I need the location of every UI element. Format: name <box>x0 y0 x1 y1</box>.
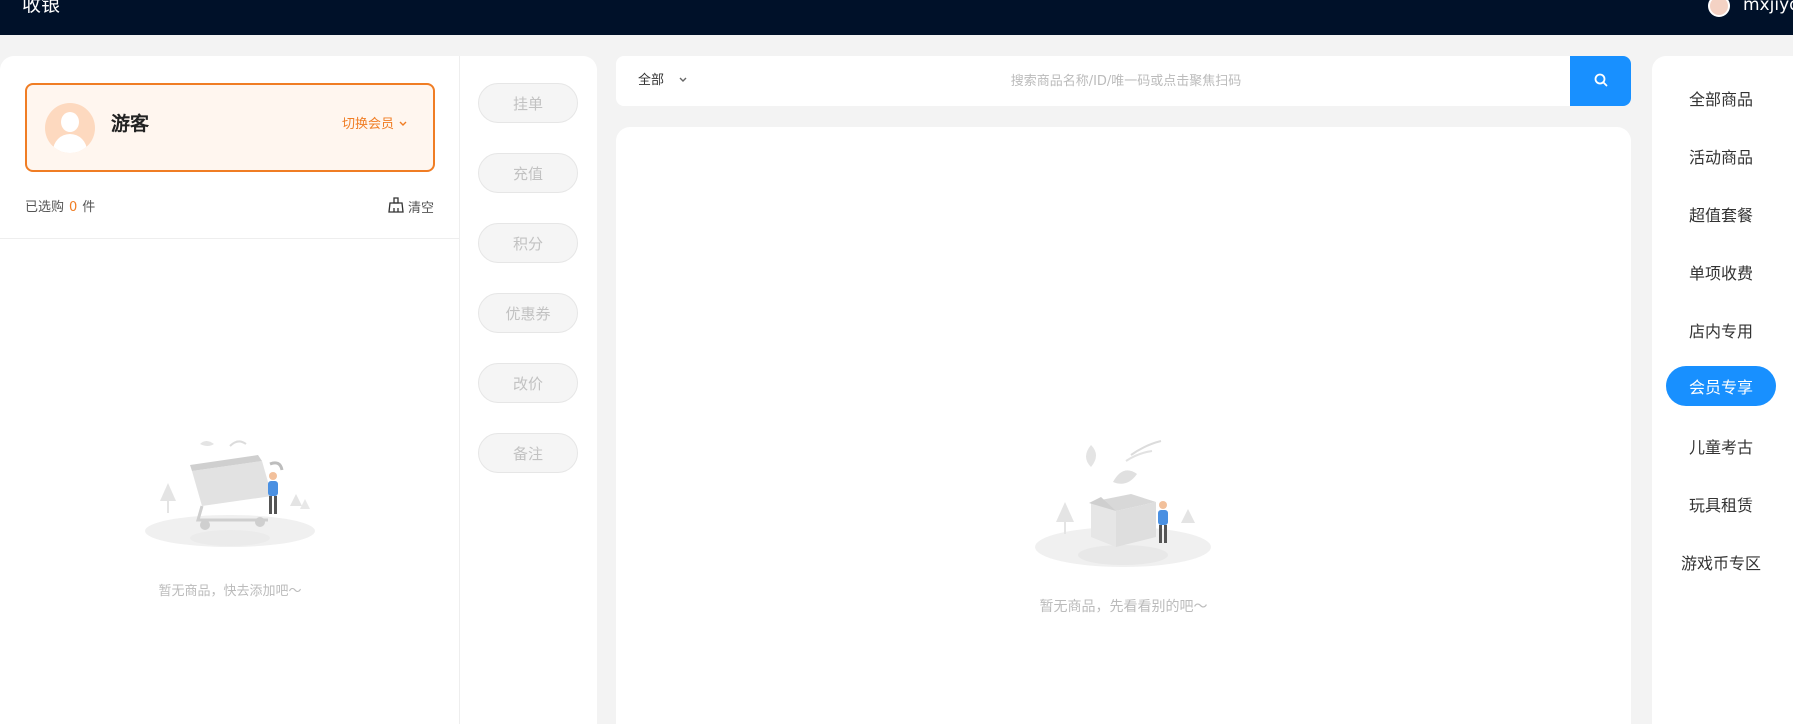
selected-count-row: 已选购 0 件 <box>25 199 95 217</box>
search-category-select[interactable]: 全部 <box>638 72 688 90</box>
category-item-game-coins[interactable]: 游戏币专区 <box>1666 542 1776 582</box>
coupon-button[interactable]: 优惠券 <box>478 293 578 333</box>
chevron-down-icon <box>678 72 688 90</box>
user-avatar[interactable] <box>1708 0 1730 17</box>
cart-column: 游客 切换会员 已选购 0 件 清空 暂无商品，快去添加吧～ <box>0 56 460 724</box>
category-item-activity[interactable]: 活动商品 <box>1666 136 1776 176</box>
search-icon <box>1593 72 1609 91</box>
switch-member-button[interactable]: 切换会员 <box>342 116 408 134</box>
top-bar: 收银 mxjiyd <box>0 0 1793 35</box>
category-item-all[interactable]: 全部商品 <box>1666 78 1776 118</box>
empty-cart-text: 暂无商品，快去添加吧～ <box>158 584 302 599</box>
chevron-down-icon <box>398 117 408 132</box>
category-item-combo[interactable]: 超值套餐 <box>1666 194 1776 234</box>
empty-goods-text: 暂无商品，先看看别的吧～ <box>1039 599 1208 615</box>
empty-cart-illustration <box>145 440 315 547</box>
search-category-label: 全部 <box>638 73 665 88</box>
search-bar: 全部 <box>616 56 1631 106</box>
switch-member-label: 切换会员 <box>342 117 395 132</box>
empty-goods-illustration <box>1035 440 1211 567</box>
category-sidebar: 全部商品 活动商品 超值套餐 单项收费 店内专用 会员专享 儿童考古 玩具租赁 … <box>1652 56 1793 724</box>
page-title: 收银 <box>22 0 61 16</box>
recharge-button[interactable]: 充值 <box>478 153 578 193</box>
username[interactable]: mxjiyd <box>1743 0 1793 16</box>
cart-divider <box>0 238 460 239</box>
remark-button[interactable]: 备注 <box>478 433 578 473</box>
category-item-toy-rental[interactable]: 玩具租赁 <box>1666 484 1776 524</box>
category-item-in-store[interactable]: 店内专用 <box>1666 310 1776 350</box>
selected-suffix: 件 <box>82 200 96 215</box>
change-price-button[interactable]: 改价 <box>478 363 578 403</box>
category-item-kids-archaeology[interactable]: 儿童考古 <box>1666 426 1776 466</box>
category-item-member-exclusive[interactable]: 会员专享 <box>1666 366 1776 406</box>
broom-icon <box>388 197 404 220</box>
search-input[interactable] <box>766 66 1486 96</box>
search-button[interactable] <box>1570 56 1631 106</box>
hold-order-button[interactable]: 挂单 <box>478 83 578 123</box>
selected-count: 0 <box>69 200 78 215</box>
points-button[interactable]: 积分 <box>478 223 578 263</box>
member-card[interactable]: 游客 切换会员 <box>25 83 435 172</box>
clear-cart-button[interactable]: 清空 <box>388 197 434 220</box>
category-item-single-charge[interactable]: 单项收费 <box>1666 252 1776 292</box>
cart-panel: 游客 切换会员 已选购 0 件 清空 暂无商品，快去添加吧～ 挂单 充值 积分 … <box>0 56 597 724</box>
products-panel: 暂无商品，先看看别的吧～ <box>616 127 1631 724</box>
clear-cart-label: 清空 <box>408 200 435 216</box>
selected-prefix: 已选购 <box>25 200 65 215</box>
member-avatar-icon <box>45 103 95 153</box>
member-name: 游客 <box>111 113 150 135</box>
